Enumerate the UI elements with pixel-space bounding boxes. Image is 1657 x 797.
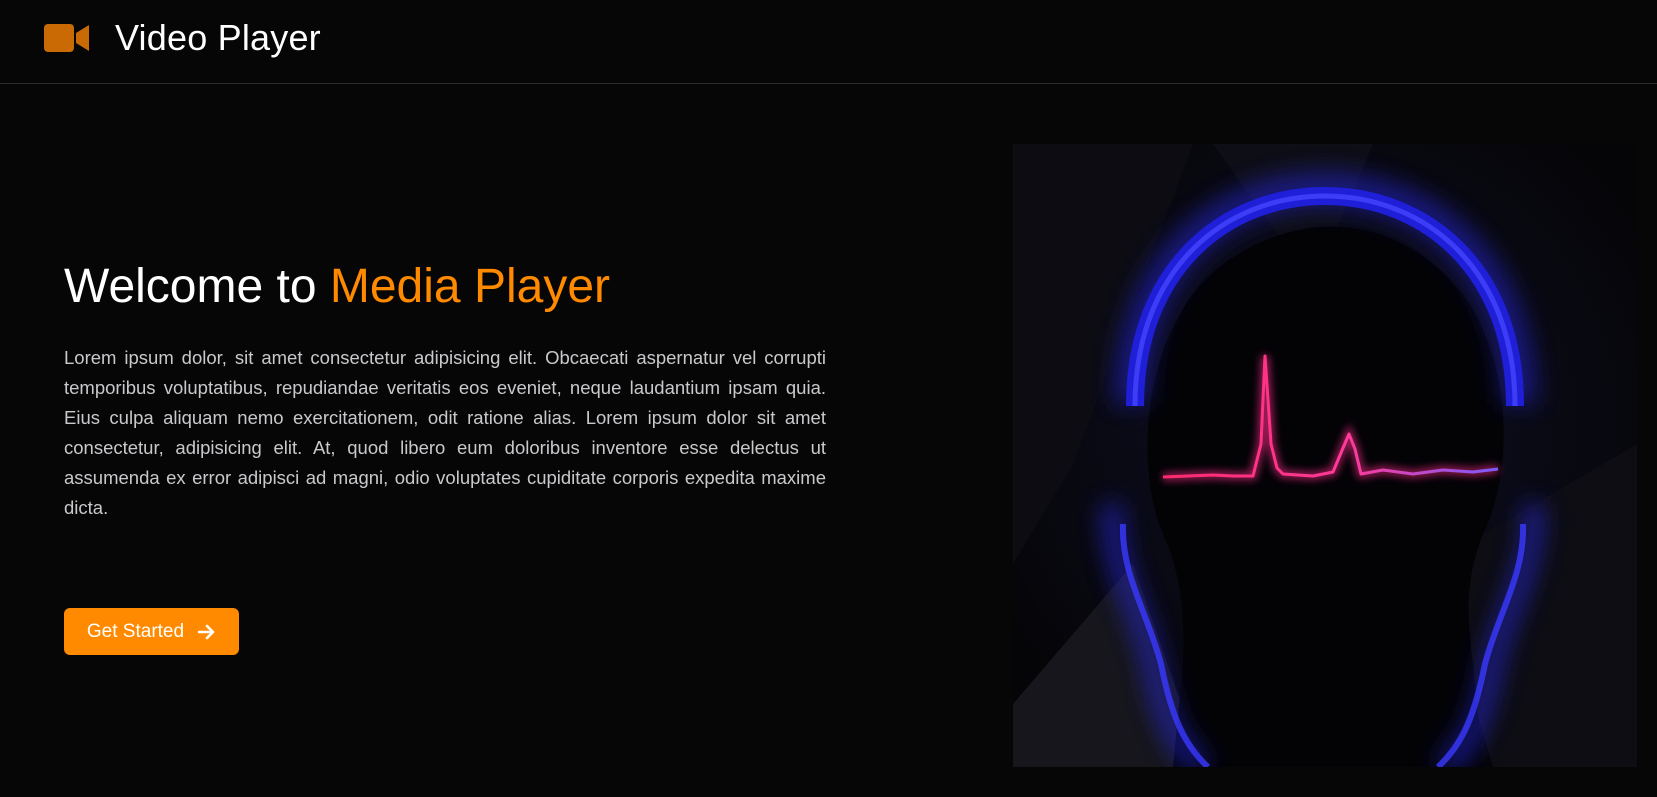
- hero-title-prefix: Welcome to: [64, 260, 330, 313]
- hero-description: Lorem ipsum dolor, sit amet consectetur …: [64, 347, 826, 518]
- navbar: Video Player: [0, 0, 1657, 84]
- video-camera-icon[interactable]: [43, 22, 91, 54]
- hero-title: Welcome to Media Player: [64, 255, 826, 319]
- hero-section: Welcome to Media Player Lorem ipsum dolo…: [64, 255, 826, 523]
- arrow-right-icon: [197, 624, 216, 640]
- get-started-label: Get Started: [86, 620, 185, 642]
- app-title[interactable]: Video Player: [115, 16, 321, 60]
- hero-title-accent: Media Player: [329, 260, 610, 313]
- headphones-heartbeat-illustration: [1013, 144, 1637, 767]
- get-started-button[interactable]: Get Started: [64, 608, 239, 655]
